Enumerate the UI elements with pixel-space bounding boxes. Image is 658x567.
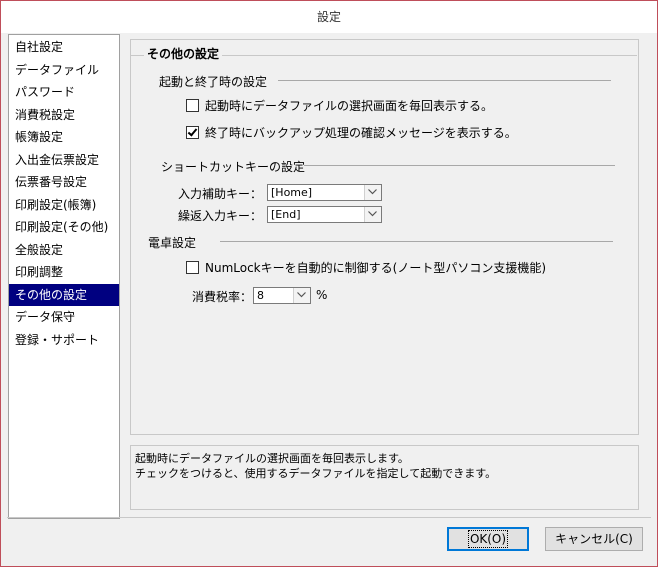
settings-category-list[interactable]: 自社設定 データファイル パスワード 消費税設定 帳簿設定 入出金伝票設定 伝票番号設定 印刷… bbox=[8, 34, 120, 519]
repeat-input-select[interactable]: [End] bbox=[267, 206, 382, 223]
sidebar-item[interactable]: データ保守 bbox=[9, 306, 119, 329]
ok-button[interactable]: OK(O) bbox=[447, 527, 529, 551]
window-title: 設定 bbox=[1, 1, 657, 33]
tax-rate-select[interactable]: 8 bbox=[253, 287, 311, 304]
sidebar-item[interactable]: 印刷設定(その他) bbox=[9, 216, 119, 239]
sidebar-item[interactable]: 登録・サポート bbox=[9, 329, 119, 352]
input-assist-label: 入力補助キー： bbox=[178, 187, 263, 201]
sidebar-item[interactable]: 全般設定 bbox=[9, 239, 119, 262]
repeat-input-value: [End] bbox=[271, 208, 301, 221]
backup-confirm-label: 終了時にバックアップ処理の確認メッセージを表示する。 bbox=[205, 126, 517, 140]
client-area: 自社設定 データファイル パスワード 消費税設定 帳簿設定 入出金伝票設定 伝票番号設定 印刷… bbox=[7, 33, 651, 560]
numlock-checkbox[interactable] bbox=[186, 261, 199, 274]
ok-button-label: OK(O) bbox=[467, 530, 509, 548]
tax-rate-unit: % bbox=[316, 288, 328, 302]
sidebar-item[interactable]: その他の設定 bbox=[9, 283, 119, 306]
sidebar-item[interactable]: パスワード bbox=[9, 81, 119, 104]
panel-title: その他の設定 bbox=[144, 45, 223, 62]
sidebar-item[interactable]: 帳簿設定 bbox=[9, 126, 119, 149]
backup-confirm-checkbox[interactable] bbox=[186, 126, 199, 139]
chevron-down-icon[interactable] bbox=[293, 288, 310, 303]
chevron-down-icon[interactable] bbox=[364, 207, 381, 222]
sidebar-item[interactable]: 伝票番号設定 bbox=[9, 171, 119, 194]
cancel-button[interactable]: キャンセル(C) bbox=[545, 527, 643, 551]
tax-rate-value: 8 bbox=[257, 289, 264, 302]
calculator-section-label: 電卓設定 bbox=[148, 236, 197, 250]
input-assist-value: [Home] bbox=[271, 186, 313, 199]
calculator-section-divider bbox=[220, 241, 613, 242]
show-file-dialog-checkbox[interactable] bbox=[186, 99, 199, 112]
numlock-option[interactable]: NumLockキーを自動的に制御する(ノート型パソコン支援機能) bbox=[186, 259, 546, 276]
numlock-label: NumLockキーを自動的に制御する(ノート型パソコン支援機能) bbox=[205, 261, 547, 275]
sidebar-item[interactable]: データファイル bbox=[9, 59, 119, 82]
startup-section-label: 起動と終了時の設定 bbox=[159, 75, 268, 89]
chevron-down-icon[interactable] bbox=[364, 185, 381, 200]
settings-window: 設定 自社設定 データファイル パスワード 消費税設定 帳簿設定 入出金伝票設定 伝票番号設… bbox=[0, 0, 658, 567]
description-box: 起動時にデータファイルの選択画面を毎回表示します。 チェックをつけると、使用する… bbox=[130, 445, 639, 510]
input-assist-select[interactable]: [Home] bbox=[267, 184, 382, 201]
description-line-1: 起動時にデータファイルの選択画面を毎回表示します。 bbox=[135, 452, 409, 465]
sidebar-item[interactable]: 入出金伝票設定 bbox=[9, 149, 119, 172]
description-line-2: チェックをつけると、使用するデータファイルを指定して起動できます。 bbox=[135, 467, 497, 480]
startup-section-divider bbox=[278, 80, 611, 81]
bottom-divider bbox=[7, 517, 651, 518]
tax-rate-label: 消費税率： bbox=[192, 290, 253, 304]
backup-confirm-option[interactable]: 終了時にバックアップ処理の確認メッセージを表示する。 bbox=[186, 124, 517, 141]
shortcut-section-label: ショートカットキーの設定 bbox=[161, 160, 306, 174]
other-settings-panel: その他の設定 起動と終了時の設定 起動時にデータファイルの選択画面を毎回表示する… bbox=[130, 39, 639, 435]
show-file-dialog-label: 起動時にデータファイルの選択画面を毎回表示する。 bbox=[205, 99, 494, 113]
show-file-dialog-option[interactable]: 起動時にデータファイルの選択画面を毎回表示する。 bbox=[186, 97, 493, 114]
sidebar-item[interactable]: 自社設定 bbox=[9, 36, 119, 59]
sidebar-item[interactable]: 消費税設定 bbox=[9, 104, 119, 127]
shortcut-section-divider bbox=[304, 165, 615, 166]
sidebar-item[interactable]: 印刷設定(帳簿) bbox=[9, 194, 119, 217]
sidebar-item[interactable]: 印刷調整 bbox=[9, 261, 119, 284]
repeat-input-label: 繰返入力キー： bbox=[178, 209, 263, 223]
cancel-button-label: キャンセル(C) bbox=[555, 532, 633, 546]
